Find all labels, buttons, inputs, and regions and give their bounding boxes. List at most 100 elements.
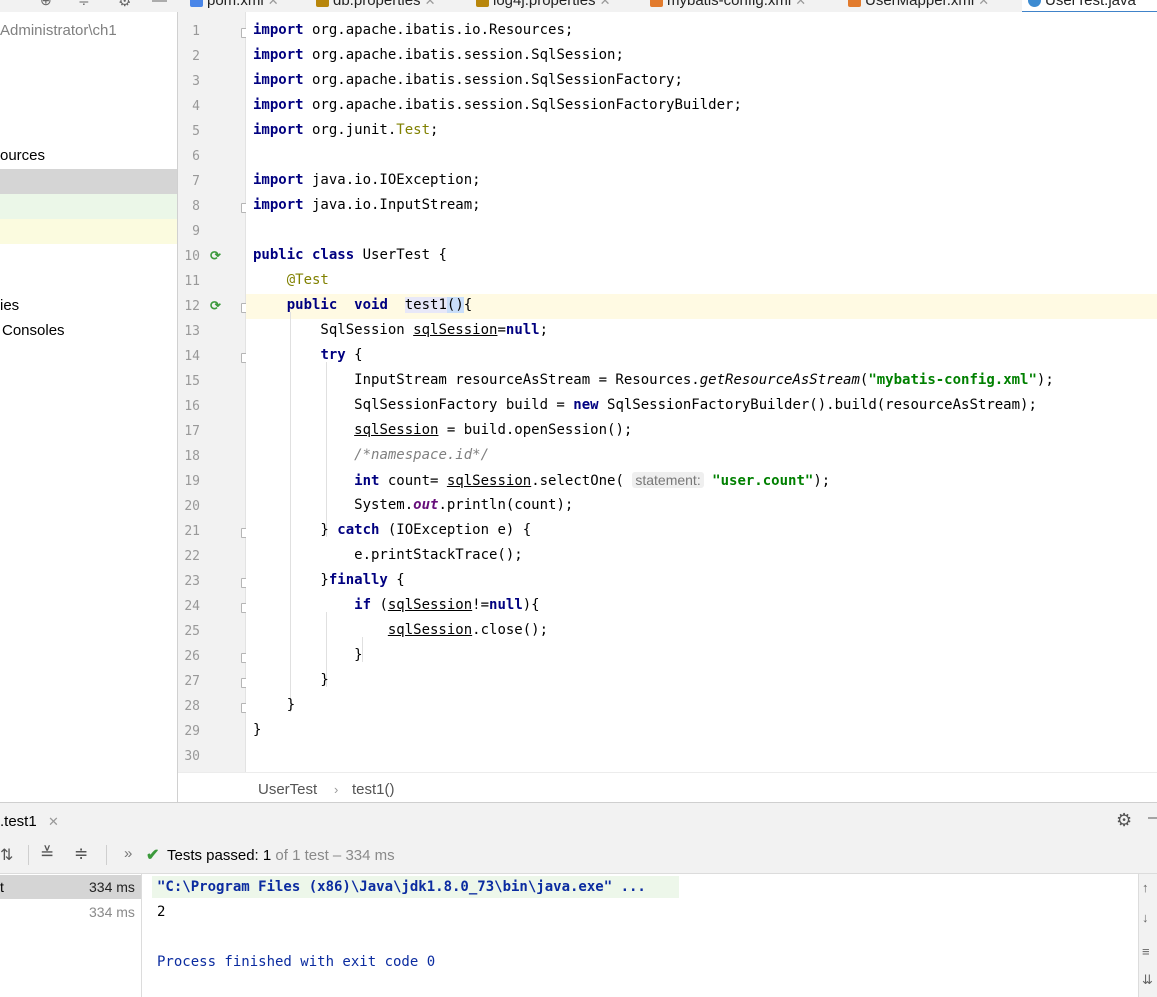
code-line-2: import org.apache.ibatis.session.SqlSess… <box>253 47 624 63</box>
code-line-16: SqlSessionFactory build = new SqlSession… <box>253 397 1037 413</box>
code-line-29: } <box>253 722 262 738</box>
run-tab-label[interactable]: .test1 <box>0 813 37 830</box>
console-output[interactable]: "C:\Program Files (x86)\Java\jdk1.8.0_73… <box>142 874 1138 997</box>
breadcrumb: UserTest › test1() <box>178 772 1157 803</box>
run-toolbar: ⇅ ≚ ≑ » ✔ Tests passed: 1 of 1 test – 33… <box>0 837 1157 874</box>
line-number: 11 <box>184 274 200 289</box>
close-icon[interactable]: ✕ <box>425 0 436 8</box>
tab-mybatis-config-xml[interactable]: mybatis-config.xml ✕ <box>650 0 806 12</box>
tree-row-modified[interactable] <box>0 219 177 244</box>
code-line-10: public class UserTest { <box>253 247 447 263</box>
maven-icon <box>190 0 203 7</box>
test-results-tree: t 334 ms 334 ms <box>0 874 142 997</box>
sort-icon[interactable]: ⇅ <box>0 845 13 865</box>
code-line-1: import org.apache.ibatis.io.Resources; <box>253 22 574 38</box>
code-line-18: /*namespace.id*/ <box>354 447 490 463</box>
hide-icon[interactable]: — <box>1148 809 1157 826</box>
code-line-26: } <box>253 647 363 663</box>
line-number: 12 <box>184 299 200 314</box>
gear-icon[interactable]: ⚙ <box>118 0 131 10</box>
line-number: 10 <box>184 249 200 264</box>
line-number: 5 <box>192 124 200 139</box>
line-number: 28 <box>184 699 200 714</box>
code-line-21: } catch (IOException e) { <box>253 522 532 538</box>
xml-file-icon <box>650 0 663 7</box>
code-line-8: import java.io.InputStream; <box>253 197 481 213</box>
code-editor[interactable]: import org.apache.ibatis.io.Resources; i… <box>246 12 1157 772</box>
close-icon[interactable]: ✕ <box>268 0 279 8</box>
project-panel: Administrator\ch1 ources ies Consoles <box>0 12 178 802</box>
line-number: 27 <box>184 674 200 689</box>
scroll-to-end-icon[interactable]: ⇊ <box>1142 972 1153 988</box>
xml-file-icon <box>848 0 861 7</box>
run-window-header: .test1 ✕ ⚙ — <box>0 802 1157 838</box>
line-number: 8 <box>192 199 200 214</box>
tab-db-properties[interactable]: db.properties ✕ <box>316 0 435 12</box>
code-line-25: sqlSession.close(); <box>387 622 549 638</box>
code-line-12: public void test1(){ <box>286 297 473 313</box>
tab-usertest-java[interactable]: UserTest.java <box>1022 0 1157 12</box>
code-line-4: import org.apache.ibatis.session.SqlSess… <box>253 97 742 113</box>
project-path[interactable]: Administrator\ch1 <box>0 22 117 39</box>
toolbar-divider <box>106 845 107 865</box>
tree-row-selected[interactable] <box>0 169 177 194</box>
line-number: 4 <box>192 99 200 114</box>
close-icon[interactable]: ✕ <box>795 0 806 8</box>
soft-wrap-icon[interactable]: ≡ <box>1142 944 1150 959</box>
collapse-all-icon[interactable]: ≑ <box>74 844 88 864</box>
tab-pom-xml[interactable]: pom.xml ✕ <box>190 0 279 12</box>
line-number: 16 <box>184 399 200 414</box>
tab-usermapper-xml[interactable]: UserMapper.xml ✕ <box>848 0 989 12</box>
editor-gutter: 1 2 3 4 5 6 7 8 9 10 11 12 13 14 15 16 17 18 19 20 21 22 23 24 2… <box>178 12 251 772</box>
run-test-icon[interactable]: ⟳ <box>210 298 224 313</box>
check-icon: ✔ <box>146 847 160 864</box>
code-line-13: SqlSession sqlSession=null; <box>253 322 549 338</box>
close-icon[interactable]: ✕ <box>48 814 59 830</box>
line-number: 20 <box>184 499 200 514</box>
tree-row-selected[interactable]: t 334 ms <box>0 875 141 899</box>
breadcrumb-method[interactable]: test1() <box>352 781 395 798</box>
more-actions-icon[interactable]: » <box>124 845 132 862</box>
console-output-line: 2 <box>157 904 166 920</box>
code-line-20: System.out.println(count); <box>253 497 574 513</box>
line-number: 22 <box>184 549 200 564</box>
toolbar-divider <box>28 845 29 865</box>
hide-icon[interactable]: — <box>152 0 167 9</box>
test-status: Tests passed: 1 of 1 test – 334 ms <box>167 847 395 864</box>
gear-icon[interactable]: ⚙ <box>1116 810 1132 831</box>
line-number: 1 <box>192 24 200 39</box>
java-class-icon <box>1028 0 1041 7</box>
collapse-all-icon[interactable]: ≑ <box>78 0 90 9</box>
code-line-15: InputStream resourceAsStream = Resources… <box>253 372 1054 388</box>
run-test-icon[interactable]: ⟳ <box>210 248 224 263</box>
tree-item-scratches-consoles[interactable]: Consoles <box>2 322 65 339</box>
line-number: 24 <box>184 599 200 614</box>
line-number: 9 <box>192 224 200 239</box>
down-arrow-icon[interactable]: ↓ <box>1142 910 1149 925</box>
code-line-14: try { <box>320 347 363 363</box>
tree-item-resources[interactable]: ources <box>0 147 45 164</box>
code-line-5: import org.junit.Test; <box>253 122 439 138</box>
test-duration: 334 ms <box>89 904 135 920</box>
close-icon[interactable]: ✕ <box>600 0 611 8</box>
globe-icon[interactable]: ⊕ <box>40 0 52 9</box>
tree-row-added[interactable] <box>0 194 177 219</box>
console-command-line: "C:\Program Files (x86)\Java\jdk1.8.0_73… <box>157 879 646 895</box>
code-line-28: } <box>253 697 296 713</box>
line-number: 3 <box>192 74 200 89</box>
breadcrumb-class[interactable]: UserTest <box>258 781 317 798</box>
tab-log4j-properties[interactable]: log4j.properties ✕ <box>476 0 610 12</box>
tree-row[interactable]: 334 ms <box>0 900 141 924</box>
close-icon[interactable]: ✕ <box>978 0 989 8</box>
line-number: 6 <box>192 149 200 164</box>
chevron-right-icon: › <box>334 782 339 797</box>
up-arrow-icon[interactable]: ↑ <box>1142 880 1149 895</box>
code-line-23: }finally { <box>253 572 405 588</box>
expand-all-icon[interactable]: ≚ <box>40 844 54 864</box>
properties-file-icon <box>316 0 329 7</box>
line-number: 7 <box>192 174 200 189</box>
tree-item-external-libraries[interactable]: ies <box>0 297 19 314</box>
code-line-3: import org.apache.ibatis.session.SqlSess… <box>253 72 683 88</box>
line-number: 18 <box>184 449 200 464</box>
test-duration: 334 ms <box>89 879 135 895</box>
